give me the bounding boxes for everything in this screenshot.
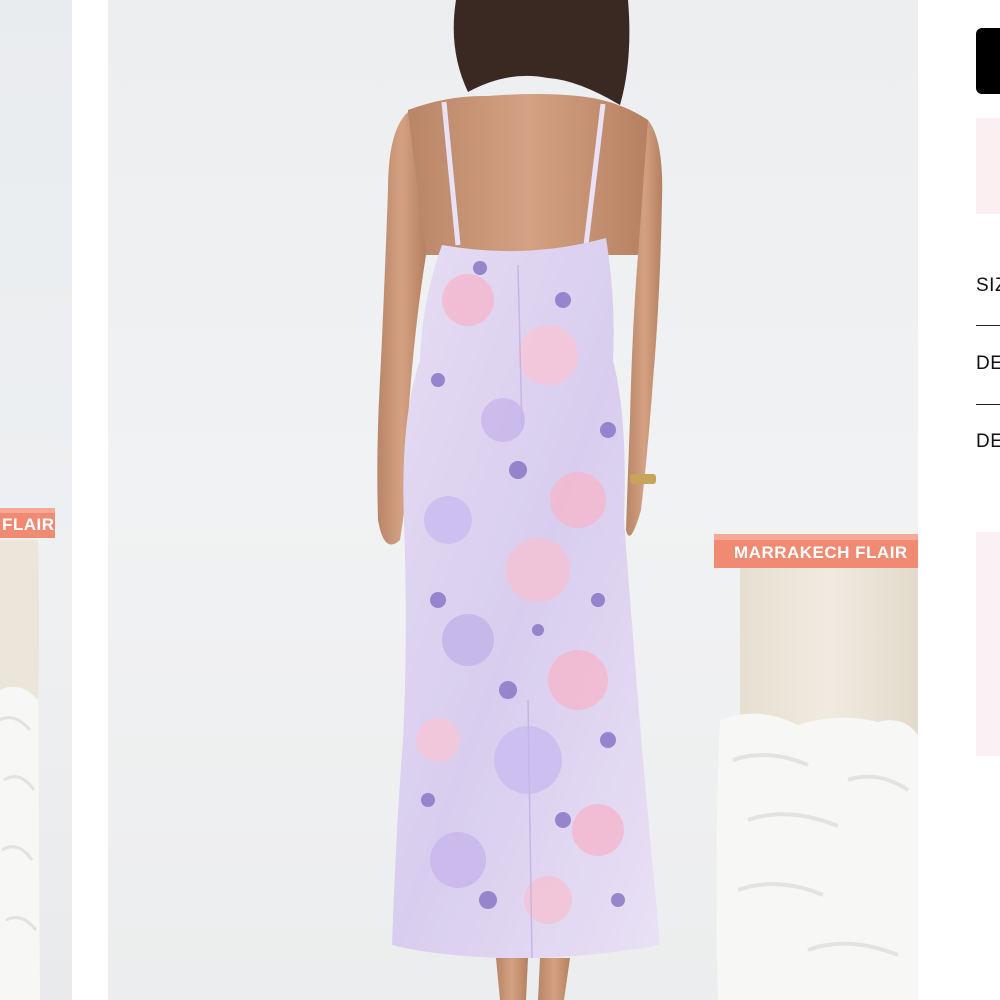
promo-banner xyxy=(976,118,1000,214)
accordion-size-guide[interactable]: SIZ xyxy=(976,266,1000,306)
info-card xyxy=(976,532,1000,756)
product-photo-scene: MARRAKECH FLAIR xyxy=(377,0,918,1000)
product-gallery: FLAIR MARRAKECH FLAIR xyxy=(0,0,918,1000)
book-spine-text-thumb: FLAIR xyxy=(2,515,55,534)
gallery-thumbnail-previous[interactable]: FLAIR xyxy=(0,0,72,1000)
accordion-details[interactable]: DE xyxy=(976,344,1000,384)
main-product-image[interactable]: MARRAKECH FLAIR xyxy=(108,0,918,1000)
thumbnail-scene: FLAIR xyxy=(0,508,55,1000)
gallery-gap xyxy=(72,0,108,1000)
add-to-bag-button[interactable] xyxy=(976,28,1000,94)
accordion-divider xyxy=(976,325,1000,326)
book-spine-text-main: MARRAKECH FLAIR xyxy=(734,543,908,562)
accordion-divider xyxy=(976,404,1000,405)
product-info-panel: SIZ DE DE xyxy=(918,0,1000,1000)
accordion-delivery[interactable]: DE xyxy=(976,422,1000,462)
